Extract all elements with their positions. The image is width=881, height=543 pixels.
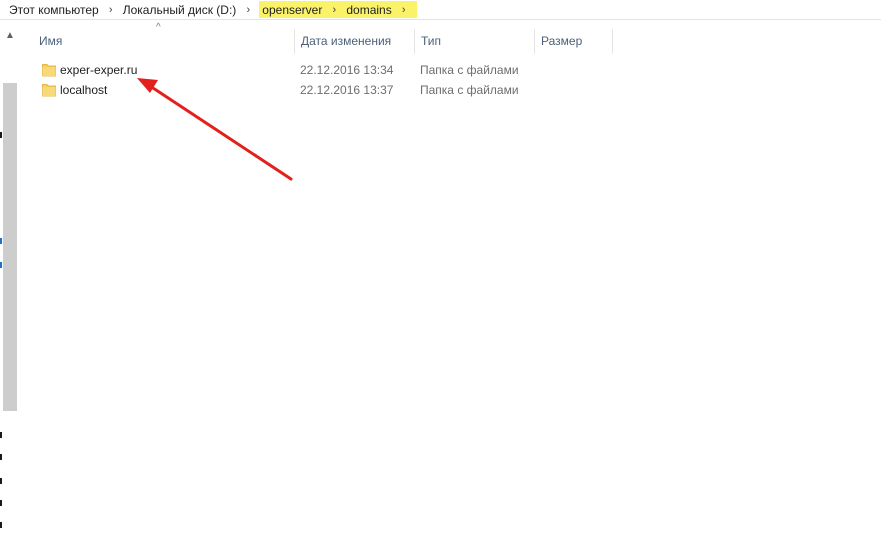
- column-header-type[interactable]: Тип: [415, 29, 535, 54]
- chevron-right-icon[interactable]: ›: [237, 4, 259, 16]
- breadcrumb-item-local-disk[interactable]: Локальный диск (D:): [122, 3, 238, 17]
- nav-item-fragment: [0, 522, 2, 528]
- navigation-pane: ▲: [0, 21, 18, 543]
- nav-item-fragment: [0, 238, 2, 244]
- file-type: Папка с файлами: [420, 83, 519, 97]
- file-type: Папка с файлами: [420, 63, 519, 77]
- nav-item-fragment: [0, 262, 2, 268]
- file-explorer-window: Этот компьютер › Локальный диск (D:) › o…: [0, 0, 881, 543]
- chevron-right-icon[interactable]: ›: [100, 4, 122, 16]
- file-row[interactable]: exper-exper.ru 22.12.2016 13:34 Папка с …: [33, 60, 603, 80]
- breadcrumb-item-domains[interactable]: domains: [345, 3, 392, 17]
- file-date: 22.12.2016 13:34: [300, 63, 394, 77]
- nav-item-fragment: [0, 500, 2, 506]
- nav-item-fragment: [0, 454, 2, 460]
- file-date: 22.12.2016 13:37: [300, 83, 394, 97]
- scrollbar-thumb[interactable]: [3, 83, 17, 411]
- scroll-up-icon[interactable]: ▲: [3, 29, 17, 43]
- nav-item-fragment: [0, 478, 2, 484]
- column-header-date[interactable]: Дата изменения: [295, 29, 415, 54]
- file-name[interactable]: localhost: [60, 80, 107, 100]
- file-name[interactable]: exper-exper.ru: [60, 60, 137, 80]
- chevron-right-icon[interactable]: ›: [393, 4, 415, 16]
- column-headers: ^ Имя Дата изменения Тип Размер: [33, 22, 881, 54]
- column-header-size[interactable]: Размер: [535, 29, 613, 54]
- breadcrumb: Этот компьютер › Локальный диск (D:) › o…: [0, 0, 881, 20]
- breadcrumb-item-openserver[interactable]: openserver: [261, 3, 323, 17]
- nav-item-fragment: [0, 132, 2, 138]
- breadcrumb-highlight: openserver › domains ›: [259, 1, 417, 18]
- file-row[interactable]: localhost 22.12.2016 13:37 Папка с файла…: [33, 80, 603, 100]
- folder-icon: [42, 64, 56, 77]
- nav-item-fragment: [0, 432, 2, 438]
- chevron-right-icon[interactable]: ›: [323, 4, 345, 16]
- column-header-name[interactable]: Имя: [33, 29, 295, 54]
- breadcrumb-item-this-pc[interactable]: Этот компьютер: [8, 3, 100, 17]
- folder-icon: [42, 84, 56, 97]
